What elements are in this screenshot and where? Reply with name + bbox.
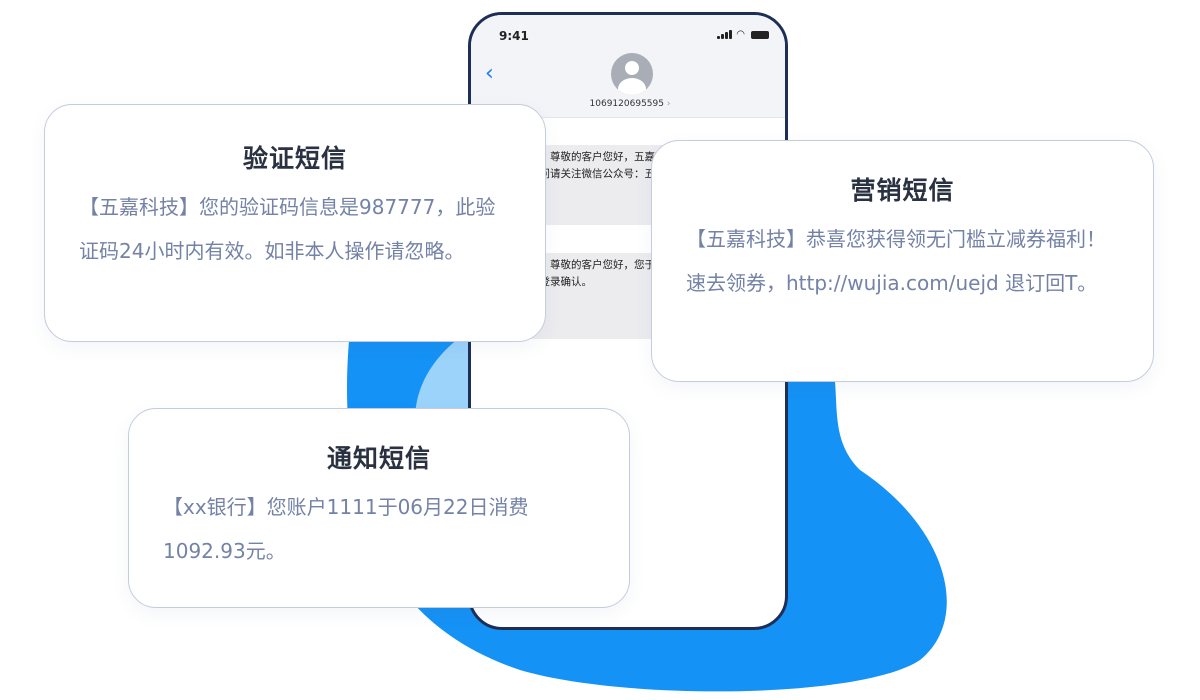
phone-header: 9:41 ◠ ‹ 1069120695595 › <box>471 15 785 118</box>
contact-number-text: 1069120695595 <box>589 99 664 109</box>
status-time: 9:41 <box>499 29 529 43</box>
battery-icon <box>751 31 769 39</box>
card-body: 【五嘉科技】您的验证码信息是987777，此验证码24小时内有效。如非本人操作请… <box>79 195 496 263</box>
card-title: 通知短信 <box>326 444 431 473</box>
status-icons: ◠ <box>717 29 769 40</box>
card-body: 【xx银行】您账户1111于06月22日消费1092.93元。 <box>163 495 529 563</box>
contact-avatar[interactable] <box>611 53 653 95</box>
back-chevron-icon[interactable]: ‹ <box>485 63 494 85</box>
marketing-sms-card: 营销短信 【五嘉科技】恭喜您获得领无门槛立减券福利！速去领券，http://wu… <box>651 140 1154 382</box>
notify-sms-card: 通知短信 【xx银行】您账户1111于06月22日消费1092.93元。 <box>128 408 630 608</box>
verify-sms-card: 验证短信 【五嘉科技】您的验证码信息是987777，此验证码24小时内有效。如非… <box>44 104 546 342</box>
card-title: 验证短信 <box>242 144 347 173</box>
sms-showcase-stage: 9:41 ◠ ‹ 1069120695595 › 【五嘉科技】尊敬的客户您好，五… <box>0 0 1200 700</box>
card-body: 【五嘉科技】恭喜您获得领无门槛立减券福利！速去领券，http://wujia.c… <box>686 227 1106 295</box>
chevron-right-icon: › <box>666 99 671 109</box>
card-title: 营销短信 <box>850 176 955 205</box>
signal-icon <box>717 30 733 39</box>
wifi-icon: ◠ <box>736 29 745 40</box>
